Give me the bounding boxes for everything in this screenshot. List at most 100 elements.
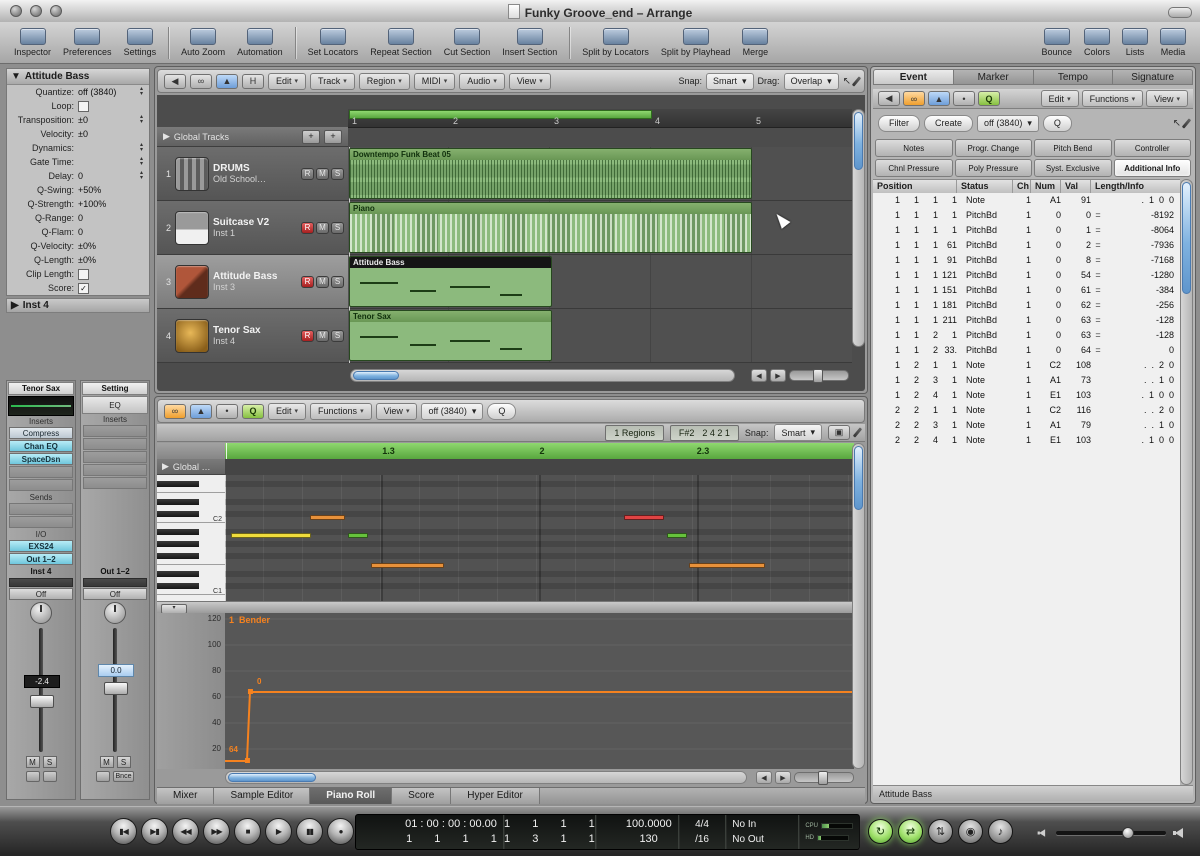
column-header-status[interactable]: Status [957,180,1013,194]
toolbar-button-split-by-playhead[interactable]: Split by Playhead [655,26,737,59]
event-row[interactable]: 1111Note1A191. 1 0 0 [873,193,1180,208]
left-locator-display[interactable]: 1 1 1 1 [504,817,595,832]
param-value[interactable]: ±0% [78,255,146,265]
filter-button[interactable]: Filter [878,115,920,132]
column-header-length-info[interactable]: Length/Info [1091,180,1180,194]
menu-functions[interactable]: Functions▾ [1082,90,1144,107]
insert-slot-empty[interactable] [83,425,147,437]
event-row[interactable]: 2211Note1C2116. . 2 0 [873,403,1180,418]
track-mute-button[interactable]: M [316,222,329,234]
event-row[interactable]: 1211Note1C2108. . 2 0 [873,358,1180,373]
arrange-horizontal-scrollbar[interactable] [350,369,735,382]
global-tracks-header[interactable]: ▶ Global Tracks + + [157,127,348,147]
quantize-apply-button[interactable]: Q [1043,115,1072,132]
track-header-attitude-bass[interactable]: 3Attitude BassInst 3RMS [157,255,348,309]
insert-slot-compress[interactable]: Compress [9,427,73,439]
column-header-position[interactable]: Position [873,180,957,194]
autopunch-button[interactable]: ⇄ [898,819,923,844]
event-row[interactable]: 111121PitchBd1054=-1280 [873,268,1180,283]
param-stepper-icon[interactable]: ▴▾ [137,171,146,181]
track-solo-button[interactable]: S [331,222,344,234]
midi-note[interactable] [689,563,766,568]
snap-dropdown[interactable]: Smart▾ [774,424,822,441]
scrollbar-thumb[interactable] [854,446,863,510]
catch-playhead-icon[interactable]: ▲ [190,404,212,419]
tab-marker[interactable]: Marker [954,69,1034,85]
param-value[interactable]: off (3840) [78,87,137,97]
bar-position-display[interactable]: 1 1 1 1 [406,832,497,847]
event-row[interactable]: 111211PitchBd1063=-128 [873,313,1180,328]
automation-mode-button[interactable] [43,771,57,782]
event-row[interactable]: 111181PitchBd1062=-256 [873,298,1180,313]
track-record-button[interactable]: R [301,222,314,234]
param-stepper-icon[interactable]: ▴▾ [137,115,146,125]
tempo-alt-display[interactable]: 130 [639,832,671,847]
black-key[interactable] [157,499,199,505]
drag-dropdown[interactable]: Overlap▾ [784,73,839,90]
io-slot-exs24[interactable]: EXS24 [9,540,73,552]
bounce-button[interactable]: Bnce [113,771,135,782]
smpte-time-display[interactable]: 01 : 00 : 00 : 00.00 [405,817,497,832]
channel-setting-button[interactable]: Tenor Sax [8,382,74,395]
toolbar-button-split-by-locators[interactable]: Split by Locators [576,26,655,59]
event-row[interactable]: 1121PitchBd1063=-128 [873,328,1180,343]
scroll-left-icon[interactable]: ◀ [756,771,772,784]
toolbar-button-merge[interactable]: Merge [736,26,774,59]
black-key[interactable] [157,553,199,559]
track-header-tenor-sax[interactable]: 4Tenor SaxInst 4RMS [157,309,348,363]
arrange-vertical-scrollbar[interactable] [852,109,865,347]
param-value[interactable]: 0 [78,213,146,223]
toolbar-button-auto-zoom[interactable]: Auto Zoom [175,26,231,59]
param-value[interactable]: 0 [78,171,137,181]
event-row[interactable]: 11161PitchBd102=-7936 [873,238,1180,253]
region-parameter-header[interactable]: ▼ Attitude Bass [7,69,149,85]
midi-out-icon[interactable]: ▣ [828,425,850,440]
param-value[interactable]: +100% [78,199,146,209]
toolbar-button-automation[interactable]: Automation [231,26,289,59]
volume-slider[interactable] [1056,831,1166,835]
scroll-right-icon[interactable]: ▶ [775,771,791,784]
param-stepper-icon[interactable]: ▴▾ [137,143,146,153]
menu-track[interactable]: Track▾ [310,73,355,90]
black-key[interactable] [157,511,199,517]
bar-ruler[interactable]: 12345 [348,109,852,128]
filter-button-additional-info[interactable]: Additional Info [1114,159,1192,177]
toolbar-button-cut-section[interactable]: Cut Section [438,26,497,59]
quantize-tool-icon[interactable]: Q [242,404,264,419]
midi-note[interactable] [310,515,345,520]
insert-slot-empty[interactable] [83,451,147,463]
bypass-button[interactable]: Off [9,588,73,600]
send-slot-empty[interactable] [9,503,73,515]
link-icon[interactable]: ∞ [903,91,925,106]
link-icon[interactable]: ∞ [164,404,186,419]
event-row[interactable]: 1111PitchBd101=-8064 [873,223,1180,238]
tab-sample-editor[interactable]: Sample Editor [214,788,310,804]
tempo-display[interactable]: 100.0000 [626,817,672,832]
menu-functions[interactable]: Functions▾ [310,403,372,420]
tab-piano-roll[interactable]: Piano Roll [310,788,392,804]
insert-slot-empty[interactable] [83,438,147,450]
column-header-ch[interactable]: Ch [1013,180,1031,194]
back-icon[interactable]: ◀ [878,91,900,106]
controller-lane[interactable]: 1 Bender 64 0 [225,613,854,769]
insert-slot-empty[interactable] [9,466,73,478]
track-parameter-header[interactable]: ▶ Inst 4 [6,298,150,313]
param-value[interactable]: ±0 [78,115,137,125]
volume-fader[interactable]: -2.4 [8,626,74,754]
eq-slot[interactable]: EQ [82,396,148,414]
piano-keyboard[interactable]: C2C1 [157,475,226,601]
filter-button-controller[interactable]: Controller [1114,139,1192,157]
quantize-dropdown[interactable]: off (3840)▾ [977,115,1039,132]
event-row[interactable]: 11233.PitchBd1064=0 [873,343,1180,358]
region-tenor-sax[interactable]: Tenor Sax [349,310,552,361]
catch-playhead-icon[interactable]: ▲ [216,74,238,89]
track-mute-button[interactable]: M [316,330,329,342]
event-row[interactable]: 111151PitchBd1061=-384 [873,283,1180,298]
track-mute-button[interactable]: M [316,168,329,180]
event-row[interactable]: 2231Note1A179. . 1 0 [873,418,1180,433]
event-list-scrollbar[interactable] [1180,179,1193,785]
io-slot-out-1-2[interactable]: Out 1–2 [9,553,73,565]
fader-cap[interactable] [104,682,128,695]
play-button[interactable]: ▶ [265,818,292,845]
pencil-tool-icon[interactable] [853,427,862,437]
